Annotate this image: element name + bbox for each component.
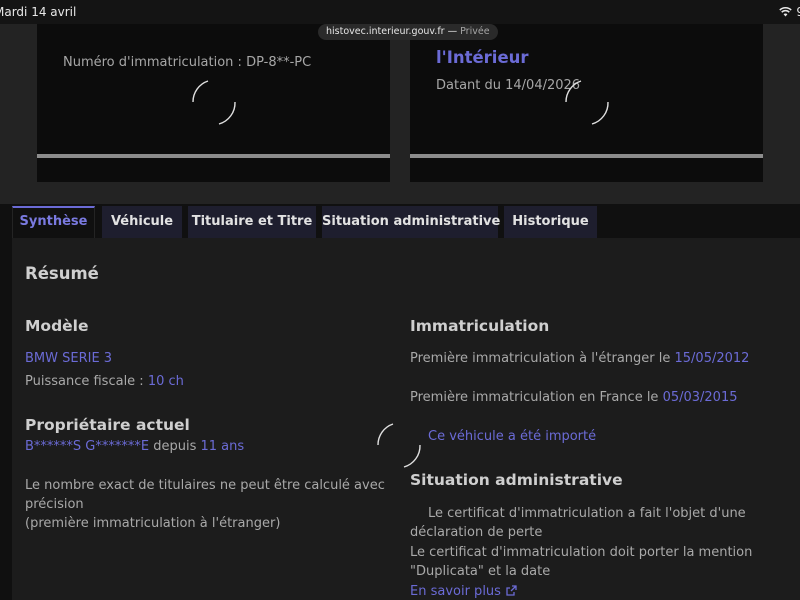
holders-note-line-1: Le nombre exact de titulaires ne peut êt… (25, 478, 385, 493)
loading-spinner-icon (565, 80, 609, 125)
card-progress-bar (410, 154, 763, 158)
france-date: 05/03/2015 (662, 390, 738, 405)
fiscal-power-value: 10 ch (147, 374, 184, 389)
abroad-date: 15/05/2012 (674, 351, 750, 366)
model-heading: Modèle (25, 317, 89, 335)
model-name: BMW SERIE 3 (25, 351, 113, 366)
tab-vehicule[interactable]: Véhicule (102, 206, 182, 238)
learn-more-link[interactable]: En savoir plus (410, 584, 517, 599)
owner-heading: Propriétaire actuel (25, 416, 190, 434)
ministry-title: l'Intérieur (436, 48, 529, 67)
first-registration-abroad: Première immatriculation à l'étranger le… (410, 351, 750, 366)
report-date: Datant du 14/04/2026 (436, 78, 581, 93)
owner-info: B******S G*******E depuis 11 ans (25, 439, 245, 454)
registration-number: Numéro d'immatriculation : DP-8**-PC (63, 55, 312, 70)
admin-situation-heading: Situation administrative (410, 471, 623, 489)
holders-note-line-3: (première immatriculation à l'étranger) (25, 516, 281, 531)
imported-vehicle-link[interactable]: Ce véhicule a été importé (428, 429, 596, 444)
admin-situation-line-4: "Duplicata" et la date (410, 564, 551, 579)
registration-heading: Immatriculation (410, 317, 550, 335)
private-mode-label: Privée (460, 26, 490, 37)
first-registration-france: Première immatriculation en France le 05… (410, 390, 738, 405)
ministry-card: l'Intérieur Datant du 14/04/2026 (410, 24, 763, 182)
status-bar: Mardi 14 avril 9 (0, 0, 800, 24)
tab-bar: Synthèse Véhicule Titulaire et Titre Sit… (0, 204, 800, 238)
tab-historique[interactable]: Historique (504, 206, 597, 238)
holders-note-line-2: précision (25, 497, 84, 512)
summary-panel: Résumé Modèle BMW SERIE 3 Puissance fisc… (12, 238, 800, 600)
status-right: 9 (779, 5, 800, 19)
admin-situation-line-1: Le certificat d'immatriculation a fait l… (428, 506, 746, 521)
fiscal-power: Puissance fiscale : 10 ch (25, 374, 184, 389)
tab-titulaire-titre[interactable]: Titulaire et Titre (188, 206, 316, 238)
registration-card: Numéro d'immatriculation : DP-8**-PC (37, 24, 390, 182)
external-link-icon (506, 585, 517, 596)
owner-name: B******S G*******E (25, 439, 150, 454)
tab-synthese[interactable]: Synthèse (12, 206, 95, 238)
wifi-icon (779, 7, 793, 17)
loading-spinner-icon (192, 80, 236, 125)
tab-situation-administrative[interactable]: Situation administrative (322, 206, 500, 238)
admin-situation-line-3: Le certificat d'immatriculation doit por… (410, 545, 753, 560)
url-text: histovec.interieur.gouv.fr (326, 26, 445, 37)
card-progress-bar (37, 154, 390, 158)
admin-situation-line-2: déclaration de perte (410, 525, 543, 540)
battery-level: 9 (796, 5, 800, 19)
browser-url-bar[interactable]: histovec.interieur.gouv.fr — Privée (318, 24, 498, 40)
status-time: Mardi 14 avril (0, 5, 77, 19)
summary-title: Résumé (25, 264, 99, 283)
owner-duration: 11 ans (200, 439, 245, 454)
loading-spinner-icon (377, 423, 421, 468)
top-area: Numéro d'immatriculation : DP-8**-PC l'I… (0, 24, 800, 204)
